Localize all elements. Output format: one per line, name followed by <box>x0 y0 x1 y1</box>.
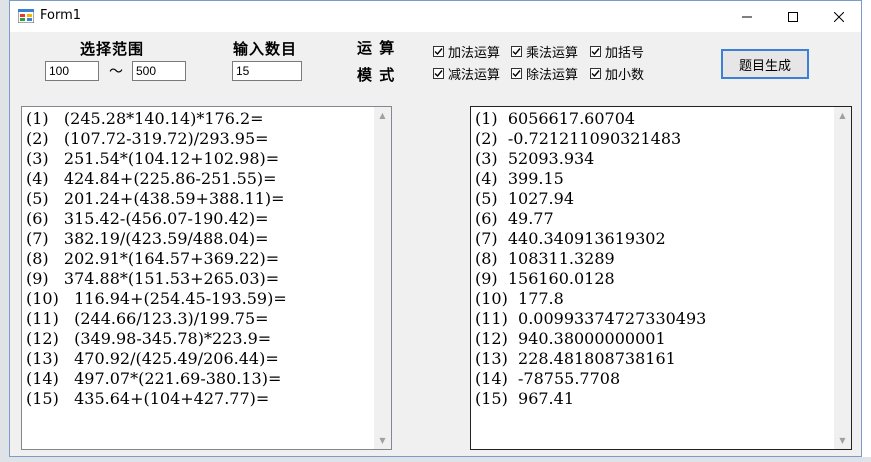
app-icon <box>18 9 34 23</box>
question-item[interactable]: (5) 201.24+(438.59+388.11)= <box>26 189 287 209</box>
question-item[interactable]: (4) 424.84+(225.86-251.55)= <box>26 169 287 189</box>
questions-listbox[interactable]: (1) (245.28*140.14)*176.2= (2) (107.72-31… <box>21 106 392 450</box>
checkmark-icon <box>434 48 443 56</box>
range-max-input[interactable]: 500 <box>132 61 186 81</box>
answer-item[interactable]: (10) 177.8 <box>475 289 706 309</box>
background-desktop <box>0 0 9 462</box>
mode-label-line2: 模 式 <box>357 66 396 84</box>
range-separator: ～ <box>109 64 123 80</box>
answer-item[interactable]: (14) -78755.7708 <box>475 369 706 389</box>
option-checkbox[interactable]: 减法运算 <box>433 64 500 83</box>
taskbar-strip <box>0 457 871 462</box>
minimize-button[interactable] <box>724 1 770 32</box>
answer-item[interactable]: (9) 156160.0128 <box>475 269 706 289</box>
answer-item[interactable]: (4) 399.15 <box>475 169 706 189</box>
checkbox-box[interactable] <box>590 68 601 79</box>
generate-button[interactable]: 题目生成 <box>721 49 809 79</box>
checkbox-box[interactable] <box>511 46 522 57</box>
option-label: 减法运算 <box>448 68 501 83</box>
count-label: 输入数目 <box>233 40 298 58</box>
close-icon <box>834 11 844 22</box>
minimize-icon <box>742 16 752 17</box>
scroll-down-icon[interactable]: ▼ <box>374 432 391 449</box>
answer-item[interactable]: (7) 440.340913619302 <box>475 229 706 249</box>
answer-item[interactable]: (12) 940.38000000001 <box>475 329 706 349</box>
mode-label-line1: 运 算 <box>357 39 396 57</box>
close-button[interactable] <box>816 1 862 32</box>
answer-item[interactable]: (3) 52093.934 <box>475 149 706 169</box>
checkbox-box[interactable] <box>433 68 444 79</box>
question-item[interactable]: (11) (244.66/123.3)/199.75= <box>26 309 287 329</box>
question-item[interactable]: (2) (107.72-319.72)/293.95= <box>26 129 287 149</box>
option-checkbox[interactable]: 加小数 <box>590 64 644 83</box>
option-label: 除法运算 <box>526 68 579 83</box>
question-item[interactable]: (15) 435.64+(104+427.77)= <box>26 389 287 409</box>
option-label: 加括号 <box>605 46 645 61</box>
checkbox-box[interactable] <box>590 46 601 57</box>
question-item[interactable]: (8) 202.91*(164.57+369.22)= <box>26 249 287 269</box>
answer-item[interactable]: (11) 0.00993374727330493 <box>475 309 706 329</box>
count-input[interactable]: 15 <box>232 61 302 81</box>
checkmark-icon <box>591 48 600 56</box>
answer-item[interactable]: (15) 967.41 <box>475 389 706 409</box>
checkmark-icon <box>434 70 443 78</box>
answers-scrollbar[interactable]: ▲ ▼ <box>834 107 851 449</box>
option-label: 乘法运算 <box>526 46 579 61</box>
option-checkbox[interactable]: 除法运算 <box>511 64 578 83</box>
answer-item[interactable]: (6) 49.77 <box>475 209 706 229</box>
checkmark-icon <box>512 70 521 78</box>
range-label: 选择范围 <box>80 40 145 58</box>
option-checkbox[interactable]: 乘法运算 <box>511 42 578 61</box>
question-item[interactable]: (10) 116.94+(254.45-193.59)= <box>26 289 287 309</box>
question-item[interactable]: (9) 374.88*(151.53+265.03)= <box>26 269 287 289</box>
checkbox-box[interactable] <box>511 68 522 79</box>
option-label: 加小数 <box>605 68 645 83</box>
checkbox-box[interactable] <box>433 46 444 57</box>
form1-window: Form1 选择范围 100 ～ 500 输入数目 15 运 算 模 式 加法运… <box>9 0 862 457</box>
checkmark-icon <box>512 48 521 56</box>
scroll-down-icon[interactable]: ▼ <box>834 432 851 449</box>
option-checkbox[interactable]: 加括号 <box>590 42 644 61</box>
scroll-up-icon[interactable]: ▲ <box>834 107 851 124</box>
question-item[interactable]: (6) 315.42-(456.07-190.42)= <box>26 209 287 229</box>
answers-list: (1) 6056617.60704 (2) -0.721211090321483(… <box>475 109 706 409</box>
question-item[interactable]: (3) 251.54*(104.12+102.98)= <box>26 149 287 169</box>
range-min-input[interactable]: 100 <box>45 61 99 81</box>
answer-item[interactable]: (5) 1027.94 <box>475 189 706 209</box>
answer-item[interactable]: (2) -0.721211090321483 <box>475 129 706 149</box>
question-item[interactable]: (14) 497.07*(221.69-380.13)= <box>26 369 287 389</box>
checkmark-icon <box>591 70 600 78</box>
question-item[interactable]: (13) 470.92/(425.49/206.44)= <box>26 349 287 369</box>
answers-listbox[interactable]: (1) 6056617.60704 (2) -0.721211090321483(… <box>470 106 852 450</box>
answer-item[interactable]: (1) 6056617.60704 <box>475 109 706 129</box>
maximize-icon <box>788 11 798 22</box>
questions-scrollbar[interactable]: ▲ ▼ <box>374 107 391 449</box>
option-label: 加法运算 <box>448 46 501 61</box>
question-item[interactable]: (1) (245.28*140.14)*176.2= <box>26 109 287 129</box>
answer-item[interactable]: (13) 228.481808738161 <box>475 349 706 369</box>
option-checkbox[interactable]: 加法运算 <box>433 42 500 61</box>
maximize-button[interactable] <box>770 1 816 32</box>
question-item[interactable]: (7) 382.19/(423.59/488.04)= <box>26 229 287 249</box>
scroll-up-icon[interactable]: ▲ <box>374 107 391 124</box>
title-bar[interactable]: Form1 <box>10 1 861 32</box>
window-title: Form1 <box>40 8 82 23</box>
answer-item[interactable]: (8) 108311.3289 <box>475 249 706 269</box>
question-item[interactable]: (12) (349.98-345.78)*223.9= <box>26 329 287 349</box>
questions-list: (1) (245.28*140.14)*176.2= (2) (107.72-31… <box>26 109 287 409</box>
